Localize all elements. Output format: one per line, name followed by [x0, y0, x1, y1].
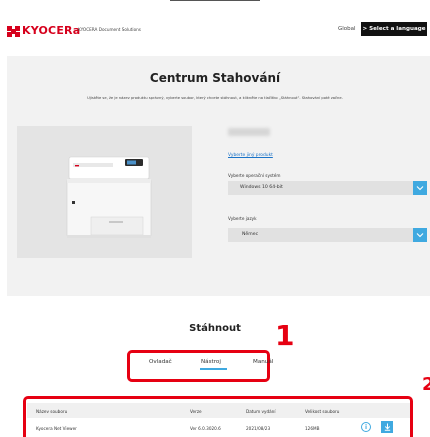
downloads-title: Stáhnout [189, 323, 241, 334]
language-select[interactable]: Němec [228, 228, 427, 242]
os-select-value: Windows 10 64-bit [240, 185, 283, 190]
tab-manual[interactable]: Manuál [253, 359, 273, 365]
kyocera-logo[interactable]: KYOCERa [7, 24, 80, 37]
active-tab-indicator [200, 368, 227, 370]
table-header [27, 403, 410, 418]
chevron-down-icon[interactable] [413, 181, 427, 195]
row-size: 126MB [305, 426, 320, 431]
tabs-highlight-frame [127, 350, 270, 382]
logo-subtitle: KYOCERA Document Solutions [78, 27, 141, 32]
select-other-product-link[interactable]: Vyberte jiný produkt [228, 153, 273, 158]
tab-driver[interactable]: Ovladač [149, 359, 172, 365]
page-instructions: Ujistěte se, že je název produktu správn… [87, 96, 343, 100]
info-icon[interactable]: i [361, 422, 371, 432]
row-filename: Kyocera Net Viewer [36, 426, 77, 431]
row-date: 2021/08/23 [246, 426, 271, 431]
chevron-down-icon[interactable] [413, 228, 427, 242]
select-language-button[interactable]: > Select a language [361, 22, 427, 36]
header: KYOCERa KYOCERA Document Solutions Globa… [0, 0, 430, 56]
column-header-filename: Název souboru [36, 409, 68, 414]
printer-image [66, 156, 152, 238]
page-title: Centrum Stahování [149, 71, 281, 85]
download-icon [384, 423, 390, 431]
global-link[interactable]: Global [338, 26, 356, 32]
language-select-value: Němec [242, 232, 259, 237]
logo-mark-icon [7, 25, 20, 37]
product-name-blurred [228, 128, 270, 136]
logo-text: KYOCERa [22, 24, 81, 37]
top-divider [170, 0, 260, 1]
os-select[interactable]: Windows 10 64-bit [228, 181, 427, 195]
callout-number-2: 2 [422, 374, 430, 395]
os-label: Vyberte operační systém [228, 173, 281, 178]
column-header-size: Velikost souboru [305, 409, 340, 414]
download-button[interactable] [381, 421, 393, 433]
column-header-version: Verze [190, 409, 202, 414]
tab-utility[interactable]: Nástroj [201, 359, 221, 365]
column-header-date: Datum vydání [246, 409, 276, 414]
callout-number-1: 1 [275, 319, 295, 352]
row-version: Ver 6.0.3020.6 [190, 426, 221, 431]
language-label: Vyberte jazyk [228, 216, 257, 221]
